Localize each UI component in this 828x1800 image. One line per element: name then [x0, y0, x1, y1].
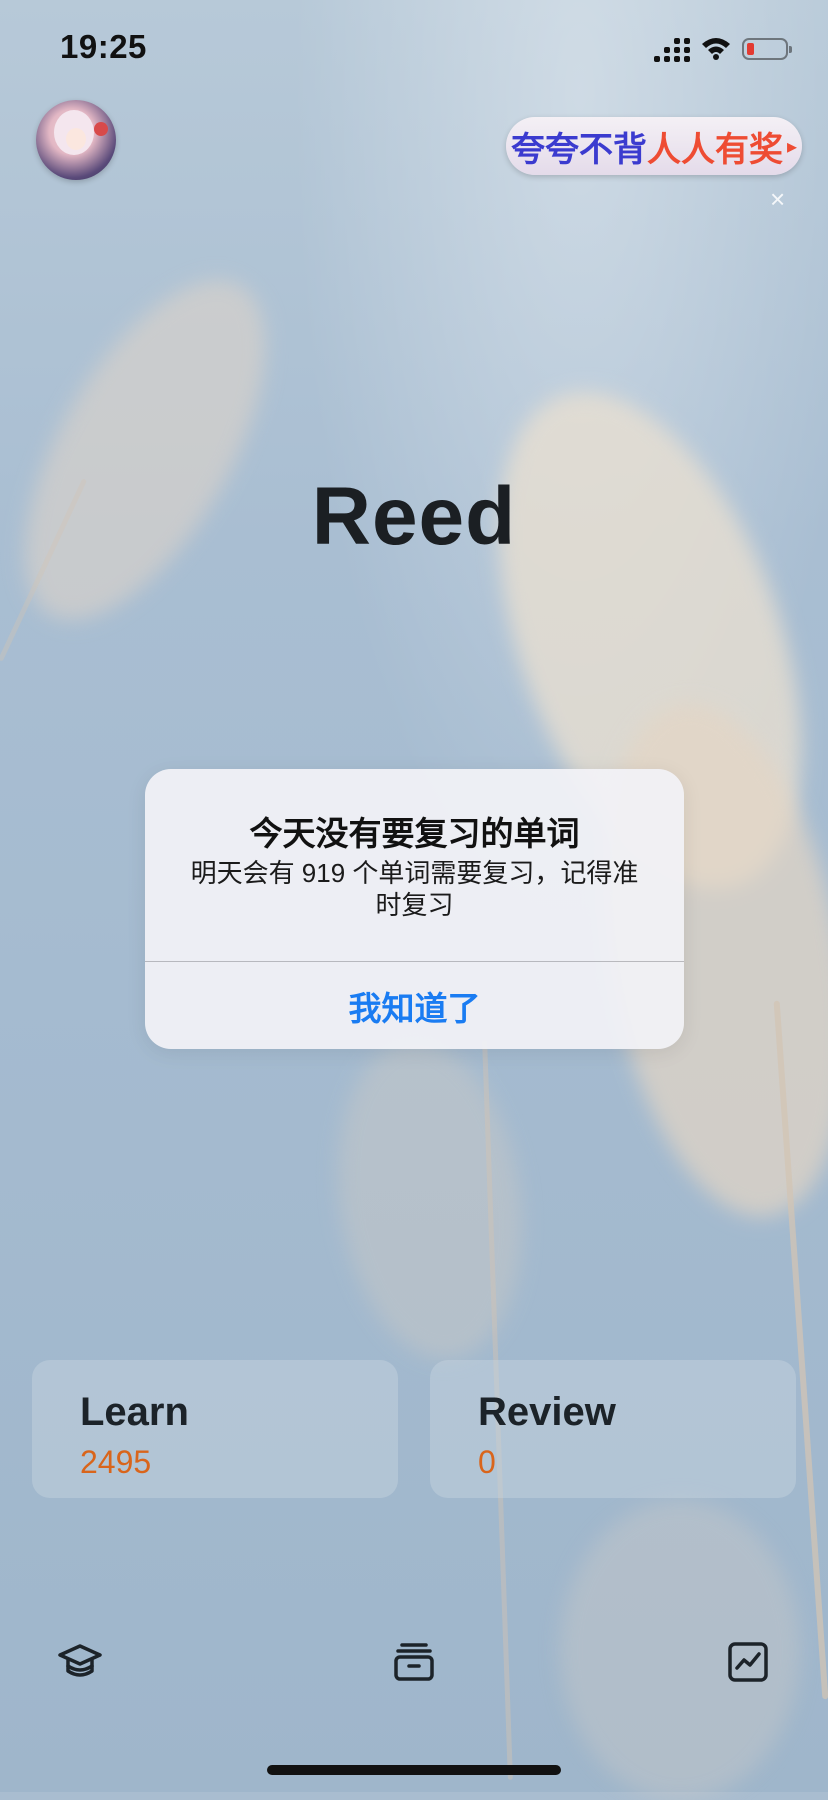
tab-bar: [0, 1620, 828, 1700]
alert-dialog: 今天没有要复习的单词 明天会有 919 个单词需要复习，记得准时复习 我知道了: [145, 769, 684, 1049]
review-card[interactable]: Review 0: [430, 1360, 796, 1498]
chart-icon: [728, 1642, 768, 1682]
wifi-icon: [702, 38, 730, 60]
promo-text-part1: 夸夸不背: [510, 130, 647, 169]
learn-count: 2495: [80, 1444, 152, 1480]
review-count: 0: [478, 1444, 496, 1480]
archive-box-icon: [394, 1643, 434, 1681]
promo-arrow-icon: ▸: [786, 135, 798, 158]
cellular-signal-icon: [654, 38, 690, 62]
review-label: Review: [478, 1390, 616, 1434]
learn-label: Learn: [80, 1390, 189, 1434]
learn-card[interactable]: Learn 2495: [32, 1360, 398, 1498]
page-title: Reed: [311, 471, 517, 562]
battery-icon: [742, 38, 792, 60]
status-time: 19:25: [60, 28, 147, 65]
dialog-message: 明天会有 919 个单词需要复习，记得准时复习: [190, 858, 639, 920]
tab-library[interactable]: [384, 1632, 444, 1692]
dialog-confirm-button[interactable]: 我知道了: [145, 962, 684, 1049]
graduation-cap-icon: [58, 1644, 102, 1677]
avatar[interactable]: [36, 100, 116, 180]
promo-text-part2: 人人有奖: [646, 130, 783, 169]
promo-banner-button[interactable]: 夸夸不背 人人有奖 ▸: [506, 117, 802, 175]
home-indicator: [267, 1765, 561, 1775]
promo-close-icon[interactable]: ×: [770, 184, 785, 215]
dialog-title: 今天没有要复习的单词: [249, 815, 580, 852]
tab-learn[interactable]: [50, 1632, 110, 1692]
tab-stats[interactable]: [718, 1632, 778, 1692]
status-bar: 19:25: [0, 0, 828, 98]
